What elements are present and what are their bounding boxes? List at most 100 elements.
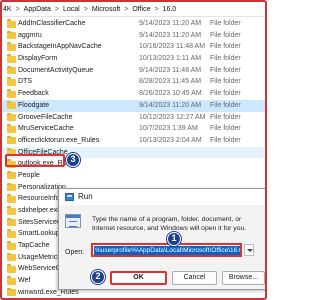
folder-icon <box>7 30 16 40</box>
file-type: File folder <box>210 90 241 98</box>
run-dialog-titlebar: Run <box>59 189 265 205</box>
run-dialog: Run Type the name of a program, folder, … <box>58 188 265 290</box>
run-description: Type the name of a program, folder, docu… <box>92 216 247 232</box>
folder-icon <box>7 170 16 180</box>
file-date: 10/12/2023 12:27 AM <box>139 113 206 121</box>
folder-icon <box>7 77 16 86</box>
breadcrumb-separator: > <box>15 5 20 13</box>
list-item[interactable]: AddInClassifierCache 9/14/2023 11:20 AM Fi… <box>2 18 265 30</box>
folder-icon <box>7 19 16 28</box>
run-dialog-title: Run <box>78 192 93 201</box>
file-name: AddInClassifierCache <box>18 20 86 27</box>
breadcrumb-separator: > <box>83 5 88 13</box>
list-item[interactable]: DocumentActivityQueue 9/14/2023 11:48 AM F… <box>2 65 265 77</box>
breadcrumb-appdata[interactable]: AppData <box>24 6 51 13</box>
file-date: 10/7/2023 1:39 AM <box>139 125 198 133</box>
file-name: officeclicktorun.exe_Rules <box>18 136 100 144</box>
cancel-button[interactable]: Cancel <box>172 271 217 285</box>
folder-icon <box>7 217 16 227</box>
folder-icon <box>7 89 16 98</box>
file-date: 9/14/2023 11:20 AM <box>139 31 202 39</box>
file-date: 10/16/2023 11:48 AM <box>139 43 206 51</box>
list-item[interactable]: MruServiceCache 10/7/2023 1:39 AM File fol… <box>2 123 265 135</box>
ok-button[interactable]: OK <box>110 271 167 285</box>
folder-icon <box>7 124 16 133</box>
file-type: File folder <box>210 55 241 63</box>
folder-icon <box>7 229 16 238</box>
file-type: File folder <box>210 125 241 133</box>
file-type: File folder <box>210 136 241 144</box>
open-input-value: %userprofile%\AppData\Local\Microsoft\Of… <box>94 246 240 255</box>
step-badge-3: 3 <box>66 153 80 167</box>
file-name: aggmru <box>18 31 42 39</box>
list-item[interactable]: DisplayForm 10/13/2023 1:11 AM File folder <box>2 53 265 65</box>
file-name: DTS <box>18 78 32 86</box>
list-item[interactable]: BackstageInAppNavCache 10/16/2023 11:48 A… <box>2 41 265 53</box>
file-type: File folder <box>210 43 241 51</box>
file-name: TapCache <box>18 242 50 250</box>
file-date: 9/14/2023 11:48 AM <box>139 66 202 74</box>
folder-icon <box>7 182 16 192</box>
file-type: File folder <box>210 101 241 109</box>
breadcrumb-separator: > <box>124 5 129 13</box>
open-dropdown-button[interactable] <box>244 244 254 256</box>
folder-icon <box>7 252 16 262</box>
folder-icon <box>7 54 16 63</box>
file-date: 8/28/2023 11:45 AM <box>139 78 202 86</box>
breadcrumb-separator: > <box>154 5 159 13</box>
file-name: Floodgate <box>18 101 50 109</box>
address-bar[interactable]: 4K > AppData > Local > Microsoft > Offic… <box>2 2 265 17</box>
folder-icon <box>7 287 16 297</box>
breadcrumb-16-0[interactable]: 16.0 <box>163 6 177 13</box>
file-name: BackstageInAppNavCache <box>18 43 102 51</box>
list-item[interactable]: GrooveFileCache 10/12/2023 12:27 AM File f… <box>2 112 265 124</box>
breadcrumb-local[interactable]: Local <box>63 6 80 13</box>
file-date: 10/13/2023 2:04 AM <box>139 136 202 144</box>
folder-icon <box>7 135 16 145</box>
file-name: Feedback <box>18 90 49 98</box>
file-name: MruServiceCache <box>18 125 74 133</box>
folder-icon <box>7 276 16 285</box>
screenshot-frame: 4K > AppData > Local > Microsoft > Offic… <box>0 0 267 300</box>
list-item[interactable]: Feedback 8/26/2023 10:45 AM File folder <box>2 88 265 100</box>
folder-icon <box>7 65 16 75</box>
file-type: File folder <box>210 66 241 74</box>
folder-icon <box>7 112 16 121</box>
folder-icon <box>7 194 16 203</box>
open-input[interactable]: %userprofile%\AppData\Local\Microsoft\Of… <box>91 243 242 257</box>
folder-icon <box>7 241 16 250</box>
breadcrumb-microsoft[interactable]: Microsoft <box>92 6 120 13</box>
list-item[interactable]: officeclicktorun.exe_Rules 10/13/2023 2:0… <box>2 135 265 147</box>
file-date: 10/13/2023 1:11 AM <box>139 55 202 63</box>
file-date: 8/26/2023 10:45 AM <box>139 90 202 98</box>
open-label: Open: <box>65 249 85 256</box>
folder-icon <box>7 206 16 215</box>
file-name: DisplayForm <box>18 55 58 63</box>
list-item[interactable]: People <box>2 170 265 182</box>
step-badge-2: 2 <box>91 270 105 284</box>
browse-button[interactable]: Browse... <box>222 271 265 285</box>
file-name: GrooveFileCache <box>18 113 73 121</box>
file-name: People <box>18 171 40 179</box>
list-item[interactable]: aggmru 9/14/2023 11:20 AM File folder <box>2 30 265 42</box>
file-date: 9/14/2023 11:20 AM <box>139 20 202 27</box>
run-icon <box>65 193 74 201</box>
list-item-selected[interactable]: Floodgate 9/14/2023 11:20 AM File folder <box>2 99 265 112</box>
officefilecache-highlight-box <box>5 154 65 167</box>
step-badge-1: 1 <box>167 232 181 246</box>
file-name: DocumentActivityQueue <box>18 66 94 74</box>
file-date: 9/14/2023 11:20 AM <box>139 101 202 109</box>
list-item[interactable]: DTS 8/28/2023 11:45 AM File folder <box>2 76 265 88</box>
file-name: Wef <box>18 277 31 285</box>
breadcrumb-separator: > <box>54 5 59 13</box>
file-type: File folder <box>210 31 241 39</box>
folder-icon <box>7 42 16 51</box>
breadcrumb-4k[interactable]: 4K <box>3 6 12 13</box>
file-type: File folder <box>210 20 241 27</box>
run-app-icon <box>65 214 81 228</box>
file-type: File folder <box>210 113 241 121</box>
folder-icon <box>7 264 16 273</box>
breadcrumb-office[interactable]: Office <box>132 6 150 13</box>
file-type: File folder <box>210 78 241 86</box>
folder-icon <box>7 100 16 110</box>
